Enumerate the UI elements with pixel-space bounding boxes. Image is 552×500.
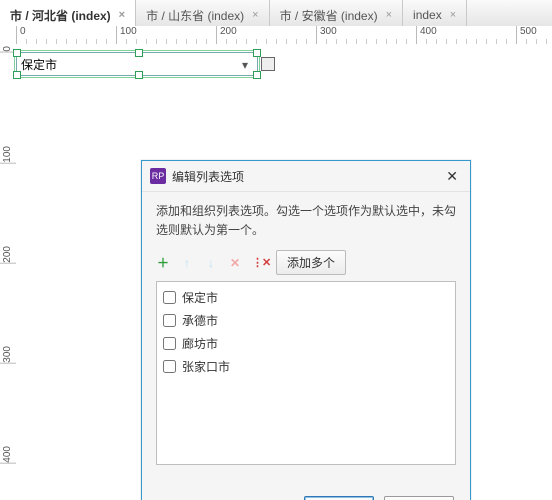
app-icon: RP [150,168,166,184]
tab-label: 市 / 安徽省 (index) [280,7,378,24]
selection-handle-ne[interactable] [253,49,261,57]
dialog-titlebar[interactable]: RP 编辑列表选项 ✕ [142,161,470,192]
ruler-tick: 300 [0,344,16,364]
tab-label: 市 / 河北省 (index) [10,7,111,24]
delete-all-icon[interactable]: ⋮✕ [252,256,266,269]
dialog-title: 编辑列表选项 [172,168,436,185]
move-down-icon[interactable]: ↓ [204,256,218,270]
tab-close-icon[interactable]: × [448,9,458,21]
tab-3[interactable]: index × [403,0,467,26]
vertical-ruler: 0100200300400 [0,44,17,500]
tab-close-icon[interactable]: × [384,9,394,21]
list-item-label: 张家口市 [182,358,230,375]
add-item-icon[interactable]: ＋ [156,254,170,271]
ruler-tick: 0 [16,26,26,44]
delete-item-icon[interactable]: ✕ [228,256,242,270]
options-listbox[interactable]: 保定市承德市廊坊市张家口市 [156,281,456,465]
close-icon[interactable]: ✕ [442,166,462,187]
tab-1[interactable]: 市 / 山东省 (index) × [136,0,269,26]
resize-handle-icon[interactable] [261,57,275,71]
cancel-button[interactable]: 取消 [384,496,454,500]
dialog-buttons: 确定 取消 [304,496,454,500]
ok-button[interactable]: 确定 [304,496,374,500]
selection-handle-nw[interactable] [13,49,21,57]
selection-handle-n[interactable] [135,49,143,57]
ruler-corner [0,26,17,45]
edit-list-options-dialog: RP 编辑列表选项 ✕ 添加和组织列表选项。勾选一个选项作为默认选中，未勾选则默… [141,160,471,500]
list-item-checkbox[interactable] [163,360,176,373]
design-canvas[interactable]: 保定市 ▾ RP 编辑列表选项 ✕ 添加和组织列表选项。勾选一个选项作为默认选中… [16,44,552,500]
dialog-body: 添加和组织列表选项。勾选一个选项作为默认选中，未勾选则默认为第一个。 ＋ ↑ ↓… [142,192,470,465]
tab-close-icon[interactable]: × [250,9,260,21]
dialog-toolbar: ＋ ↑ ↓ ✕ ⋮✕ 添加多个 [156,250,456,275]
list-item-label: 廊坊市 [182,335,218,352]
app-root: { "tabs": [ { "label": "市 / 河北省 (index)"… [0,0,552,500]
tab-bar: 市 / 河北省 (index)×市 / 山东省 (index)×市 / 安徽省 … [0,0,552,27]
selection-handle-sw[interactable] [13,71,21,79]
list-item-checkbox[interactable] [163,337,176,350]
ruler-tick: 400 [0,444,16,464]
list-item-label: 承德市 [182,312,218,329]
list-item[interactable]: 张家口市 [163,355,449,378]
tab-close-icon[interactable]: × [117,9,127,21]
list-item[interactable]: 承德市 [163,309,449,332]
tab-2[interactable]: 市 / 安徽省 (index) × [270,0,403,26]
chevron-down-icon[interactable]: ▾ [237,57,253,73]
list-item[interactable]: 保定市 [163,286,449,309]
list-item-label: 保定市 [182,289,218,306]
ruler-tick: 100 [0,144,16,164]
batch-add-button[interactable]: 添加多个 [276,250,346,275]
tab-0[interactable]: 市 / 河北省 (index) × [0,0,136,26]
list-item[interactable]: 廊坊市 [163,332,449,355]
dropdown-widget[interactable]: 保定市 ▾ [16,52,258,76]
selection-handle-s[interactable] [135,71,143,79]
move-up-icon[interactable]: ↑ [180,256,194,270]
tab-label: 市 / 山东省 (index) [146,7,244,24]
list-item-checkbox[interactable] [163,314,176,327]
selection-handle-se[interactable] [253,71,261,79]
dialog-description: 添加和组织列表选项。勾选一个选项作为默认选中，未勾选则默认为第一个。 [156,202,456,240]
list-item-checkbox[interactable] [163,291,176,304]
tab-label: index [413,8,442,22]
dropdown-value: 保定市 [21,56,57,73]
ruler-tick: 200 [0,244,16,264]
horizontal-ruler: 0100200300400500 [16,26,552,45]
